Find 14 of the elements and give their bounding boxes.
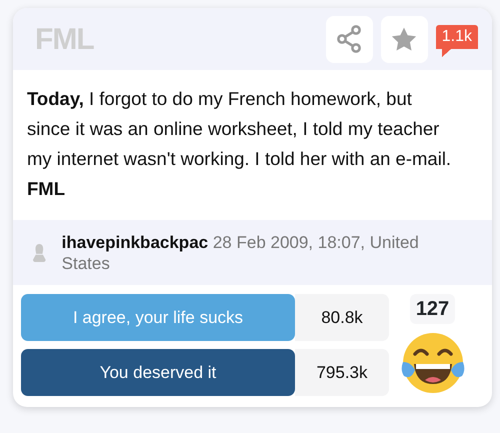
star-icon <box>391 26 418 52</box>
story-text: Today, I forgot to do my French homework, but since it was an online worksheet, I told my teacher my internet wasn't working. I told her with an e-mail. FML <box>26 87 452 201</box>
vote-button[interactable]: You deserved it <box>21 349 295 396</box>
share-icon <box>336 25 362 53</box>
comment-count[interactable]: 1.1k <box>436 25 478 57</box>
favorite-button[interactable] <box>380 16 428 62</box>
reaction-count: 127 <box>410 294 456 324</box>
post-info: ihavepinkbackpac 28 Feb 2009, 18:07, United States <box>62 232 420 274</box>
vote-count: 80.8k <box>295 294 389 341</box>
user-icon <box>33 242 46 262</box>
vote-count: 795.3k <box>295 349 389 396</box>
share-button[interactable] <box>326 16 373 62</box>
laughing-tears-emoji-icon[interactable] <box>400 332 464 394</box>
vote-button[interactable]: I agree, your life sucks <box>21 294 295 341</box>
